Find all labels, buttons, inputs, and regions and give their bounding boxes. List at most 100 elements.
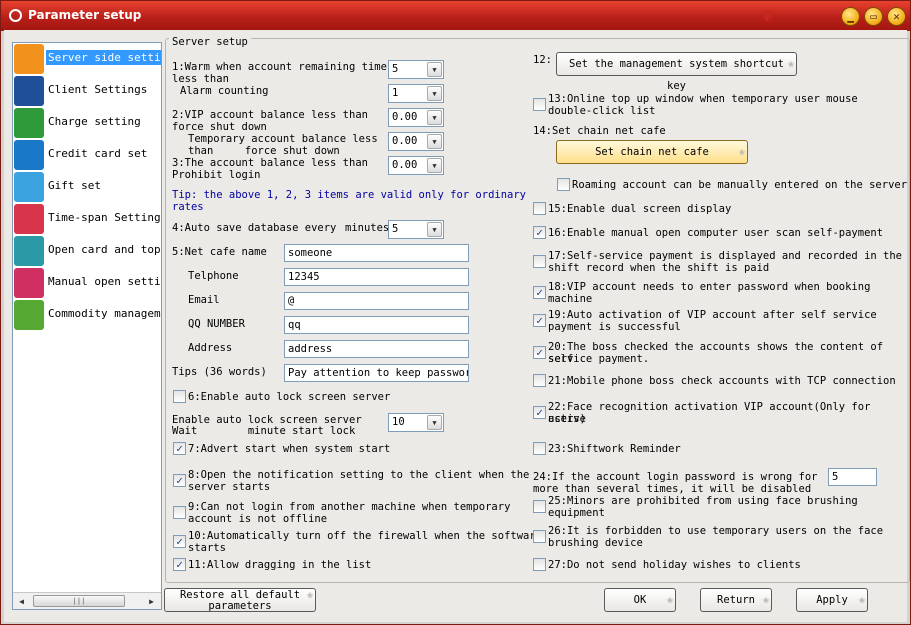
alarm-counting-select[interactable]: 1 ▼ — [388, 84, 444, 103]
opt17-checkbox[interactable] — [533, 255, 546, 268]
opt8-checkbox[interactable]: ✓ — [173, 474, 186, 487]
qq-label: QQ NUMBER — [188, 318, 245, 330]
title-bar[interactable]: Parameter setup ❦ ▁ ▭ ✕ — [1, 1, 910, 31]
chevron-down-icon[interactable]: ▼ — [427, 158, 442, 173]
maximize-button[interactable]: ▭ — [864, 7, 883, 26]
sidebar-item-label: Gift set — [48, 179, 101, 192]
warn-time-select[interactable]: 5 ▼ — [388, 60, 444, 79]
restore-defaults-button[interactable]: Restore all default parameters ❀ — [164, 588, 316, 612]
minimize-button[interactable]: ▁ — [841, 7, 860, 26]
opt24-field[interactable]: 5 — [828, 468, 877, 486]
vip-balance-select[interactable]: 0.00 ▼ — [388, 108, 444, 127]
opt6-checkbox[interactable] — [173, 390, 186, 403]
opt27-checkbox[interactable] — [533, 558, 546, 571]
ok-button[interactable]: OK ❀ — [604, 588, 676, 612]
sidebar-item-manual-open[interactable]: Manual open setting — [13, 267, 161, 299]
opt19-checkbox[interactable]: ✓ — [533, 314, 546, 327]
sidebar-item-label: Time-span Setting — [48, 211, 161, 224]
sidebar-item-label: Open card and top up — [48, 243, 161, 256]
opt24-label: 24:If the account login password is wron… — [533, 471, 818, 483]
opt13-checkbox[interactable] — [533, 98, 546, 111]
sidebar-item-label: Server side setting — [46, 50, 161, 65]
sidebar-item-label: Commodity management — [48, 307, 161, 320]
flower-ornament-icon: ❀ — [858, 595, 865, 606]
chevron-down-icon[interactable]: ▼ — [427, 415, 442, 430]
scroll-left-icon[interactable]: ◀ — [15, 595, 28, 608]
opt22-checkbox[interactable]: ✓ — [533, 406, 546, 419]
chevron-down-icon[interactable]: ▼ — [427, 134, 442, 149]
sidebar-item-server-side[interactable]: Server side setting — [13, 43, 161, 75]
scrollbar-thumb[interactable]: ||| — [33, 595, 125, 607]
sidebar-item-time-span[interactable]: Time-span Setting — [13, 203, 161, 235]
opt7-checkbox[interactable]: ✓ — [173, 442, 186, 455]
monitor-icon — [14, 76, 44, 106]
opt18-label: 18:VIP account needs to enter password w… — [548, 281, 871, 293]
roaming-checkbox[interactable] — [557, 178, 570, 191]
opt25-label: 25:Minors are prohibited from using face… — [548, 495, 858, 507]
address-field[interactable]: address — [284, 340, 469, 358]
sidebar-horizontal-scrollbar[interactable]: ◀ ||| ▶ — [13, 592, 161, 609]
sidebar-item-label: Client Settings — [48, 83, 148, 96]
server-icon — [14, 44, 44, 74]
group-title: Server setup — [169, 36, 251, 48]
tip-text: Tip: the above 1, 2, 3 items are valid o… — [172, 189, 527, 201]
opt21-checkbox[interactable] — [533, 374, 546, 387]
sidebar-item-commodity[interactable]: Commodity management — [13, 299, 161, 331]
charge-icon — [14, 108, 44, 138]
vip-balance-label-2: force shut down — [172, 121, 267, 133]
temp-balance-select[interactable]: 0.00 ▼ — [388, 132, 444, 151]
opt10-checkbox[interactable]: ✓ — [173, 535, 186, 548]
flower-ornament-icon: ❀ — [666, 595, 673, 606]
opt11-checkbox[interactable]: ✓ — [173, 558, 186, 571]
opt9-checkbox[interactable] — [173, 506, 186, 519]
opt10-label-2: starts — [188, 542, 226, 554]
opt27-label: 27:Do not send holiday wishes to clients — [548, 559, 801, 571]
warn-time-label-2: less than — [172, 73, 229, 85]
telphone-field[interactable]: 12345 — [284, 268, 469, 286]
opt14-label: 14:Set chain net cafe — [533, 125, 666, 137]
gift-icon — [14, 172, 44, 202]
autosave-select[interactable]: 5 ▼ — [388, 220, 444, 239]
opt24-label-2: more than several times, it will be disa… — [533, 483, 812, 495]
tips-label: Tips (36 words) — [172, 366, 267, 378]
opt15-checkbox[interactable] — [533, 202, 546, 215]
qq-field[interactable]: qq — [284, 316, 469, 334]
shortcut-key-button[interactable]: Set the management system shortcut key ❀ — [556, 52, 797, 92]
chevron-down-icon[interactable]: ▼ — [427, 222, 442, 237]
app-icon — [9, 9, 22, 22]
sidebar-item-credit-card[interactable]: Credit card set — [13, 139, 161, 171]
chevron-down-icon[interactable]: ▼ — [427, 62, 442, 77]
settings-category-list[interactable]: Server side setting Client Settings Char… — [12, 42, 162, 610]
sidebar-item-charge-setting[interactable]: Charge setting — [13, 107, 161, 139]
tips-field[interactable]: Pay attention to keep password — [284, 364, 469, 382]
chevron-down-icon[interactable]: ▼ — [427, 86, 442, 101]
cafe-name-field[interactable]: someone — [284, 244, 469, 262]
opt6-label: 6:Enable auto lock screen server — [188, 391, 391, 403]
chevron-down-icon[interactable]: ▼ — [427, 110, 442, 125]
set-chain-net-cafe-button[interactable]: Set chain net cafe ❀ — [556, 140, 748, 164]
tip-text-2: rates — [172, 201, 204, 213]
opt25-checkbox[interactable] — [533, 500, 546, 513]
opt18-checkbox[interactable]: ✓ — [533, 286, 546, 299]
warn-time-label: 1:Warm when account remaining time — [172, 61, 387, 73]
opt16-checkbox[interactable]: ✓ — [533, 226, 546, 239]
lock-wait-select[interactable]: 10 ▼ — [388, 413, 444, 432]
apply-button[interactable]: Apply ❀ — [796, 588, 868, 612]
email-field[interactable]: @ — [284, 292, 469, 310]
prohibit-login-select[interactable]: 0.00 ▼ — [388, 156, 444, 175]
opt22-label-2: users) — [548, 413, 586, 425]
opt23-label: 23:Shiftwork Reminder — [548, 443, 681, 455]
opt10-label: 10:Automatically turn off the firewall w… — [188, 530, 543, 542]
close-button[interactable]: ✕ — [887, 7, 906, 26]
sidebar-item-label: Manual open setting — [48, 275, 162, 288]
scroll-right-icon[interactable]: ▶ — [145, 595, 158, 608]
opt20-checkbox[interactable]: ✓ — [533, 346, 546, 359]
opt23-checkbox[interactable] — [533, 442, 546, 455]
sidebar-item-open-card[interactable]: Open card and top up — [13, 235, 161, 267]
opt26-checkbox[interactable] — [533, 530, 546, 543]
sidebar-item-gift-set[interactable]: Gift set — [13, 171, 161, 203]
prohibit-login-label-2: Prohibit login — [172, 169, 261, 181]
return-button[interactable]: Return ❀ — [700, 588, 772, 612]
id-card-icon — [14, 236, 44, 266]
sidebar-item-client-settings[interactable]: Client Settings — [13, 75, 161, 107]
